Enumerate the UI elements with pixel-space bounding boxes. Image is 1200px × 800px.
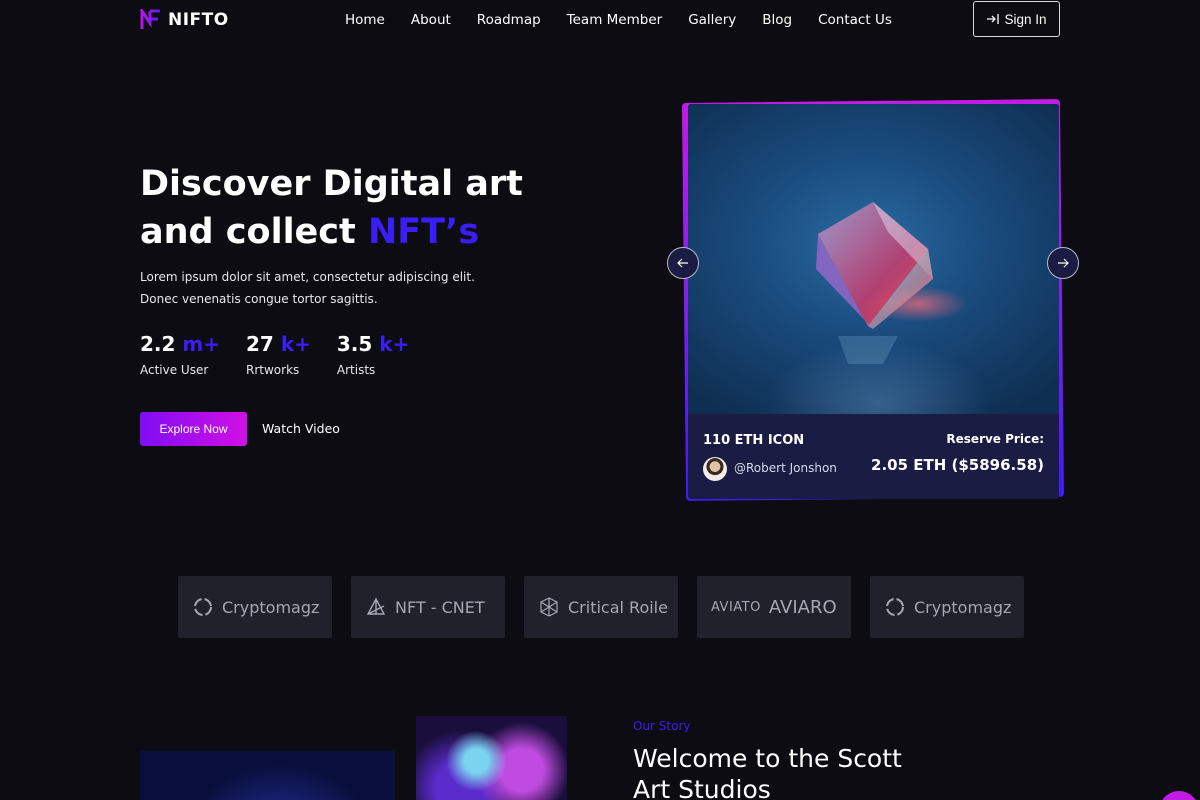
- partner-aviaro[interactable]: AVIATO AVIARO: [697, 576, 851, 638]
- hero-title-line2-prefix: and collect: [140, 212, 368, 252]
- nav-home[interactable]: Home: [345, 12, 385, 28]
- partner-nft-cnet[interactable]: NFT - CNET: [351, 576, 505, 638]
- sign-in-icon: [987, 14, 1000, 24]
- stat-unit: k+: [280, 332, 311, 356]
- cryptomagz-logo-icon: [886, 598, 904, 616]
- hero-description: Lorem ipsum dolor sit amet, consectetur …: [140, 266, 520, 310]
- story-image-2: [416, 716, 567, 800]
- watch-video-link[interactable]: Watch Video: [262, 421, 340, 436]
- story-image-1: [140, 751, 395, 800]
- creator-username[interactable]: @Robert Jonshon: [734, 461, 837, 475]
- arrow-left-icon: [677, 258, 688, 268]
- logo-text: NIFTO: [168, 10, 229, 30]
- partner-cryptomagz[interactable]: Cryptomagz: [178, 576, 332, 638]
- arrow-right-icon: [1058, 258, 1069, 268]
- partner-name: Critical Roile: [568, 597, 668, 617]
- hero-desc-line2: Donec venenatis congue tortor sagittis.: [140, 292, 378, 306]
- hero-title: Discover Digital art and collect NFT’s: [140, 160, 560, 256]
- nav-team-member[interactable]: Team Member: [567, 12, 663, 28]
- hero-title-accent: NFT’s: [367, 212, 480, 252]
- logo[interactable]: NIFTO: [140, 9, 229, 31]
- nft-title: 110 ETH ICON: [703, 433, 805, 448]
- glass-cube-illustration: [816, 202, 968, 364]
- nft-cnet-logo-icon: [366, 597, 386, 615]
- nft-card-info: 110 ETH ICON @Robert Jonshon Reserve Pri…: [688, 414, 1059, 499]
- stat-value: 3.5: [336, 332, 373, 356]
- story-title: Welcome to the Scott Art Studios: [633, 744, 902, 800]
- stat-artists: 3.5 k+ Artists: [337, 330, 409, 377]
- stat-unit: m+: [182, 332, 221, 356]
- story-kicker: Our Story: [633, 719, 691, 733]
- creator-avatar[interactable]: [703, 457, 727, 481]
- partner-logos: Cryptomagz NFT - CNET Critical Roile AVI…: [178, 576, 1024, 638]
- hero-desc-line1: Lorem ipsum dolor sit amet, consectetur …: [140, 270, 475, 284]
- critical-roile-logo-icon: [540, 597, 558, 617]
- chat-bubble-button[interactable]: [1159, 791, 1199, 800]
- nft-card[interactable]: 110 ETH ICON @Robert Jonshon Reserve Pri…: [688, 104, 1059, 499]
- nav-contact-us[interactable]: Contact Us: [818, 12, 892, 28]
- carousel-next-button[interactable]: [1047, 247, 1079, 279]
- nft-artwork-image: [688, 104, 1059, 414]
- stat-value: 2.2: [140, 332, 176, 356]
- partner-name: Cryptomagz: [914, 597, 1012, 617]
- sign-in-label: Sign In: [1004, 11, 1047, 27]
- stat-value: 27: [246, 332, 274, 356]
- hero-stats: 2.2 m+ Active User 27 k+ Rrtworks 3.5 k+…: [140, 330, 409, 377]
- stat-active-user: 2.2 m+ Active User: [140, 330, 220, 377]
- nav-blog[interactable]: Blog: [762, 12, 792, 28]
- logo-mark-icon: [140, 9, 160, 29]
- partner-name: Cryptomagz: [222, 597, 320, 617]
- nav-gallery[interactable]: Gallery: [688, 12, 736, 28]
- reserve-price-value: 2.05 ETH ($5896.58): [871, 456, 1044, 474]
- partner-name: AVIARO: [768, 596, 837, 618]
- sign-in-button[interactable]: Sign In: [973, 1, 1060, 37]
- stat-artworks: 27 k+ Rrtworks: [246, 330, 311, 377]
- cryptomagz-logo-icon: [194, 598, 212, 616]
- main-nav: Home About Roadmap Team Member Gallery B…: [345, 12, 892, 28]
- partner-critical-roile[interactable]: Critical Roile: [524, 576, 678, 638]
- reserve-price-label: Reserve Price:: [946, 432, 1044, 446]
- carousel-prev-button[interactable]: [667, 247, 699, 279]
- partner-cryptomagz-2[interactable]: Cryptomagz: [870, 576, 1024, 638]
- stat-label: Artists: [336, 363, 376, 377]
- stat-unit: k+: [379, 332, 410, 356]
- aviato-logo-icon: AVIATO: [711, 599, 761, 615]
- stat-label: Rrtworks: [246, 363, 300, 377]
- stat-label: Active User: [140, 363, 209, 377]
- nav-roadmap[interactable]: Roadmap: [477, 12, 541, 28]
- nav-about[interactable]: About: [411, 12, 451, 28]
- explore-now-button[interactable]: Explore Now: [140, 412, 247, 446]
- hero-title-line1: Discover Digital art: [140, 164, 523, 204]
- partner-name: NFT - CNET: [395, 597, 485, 617]
